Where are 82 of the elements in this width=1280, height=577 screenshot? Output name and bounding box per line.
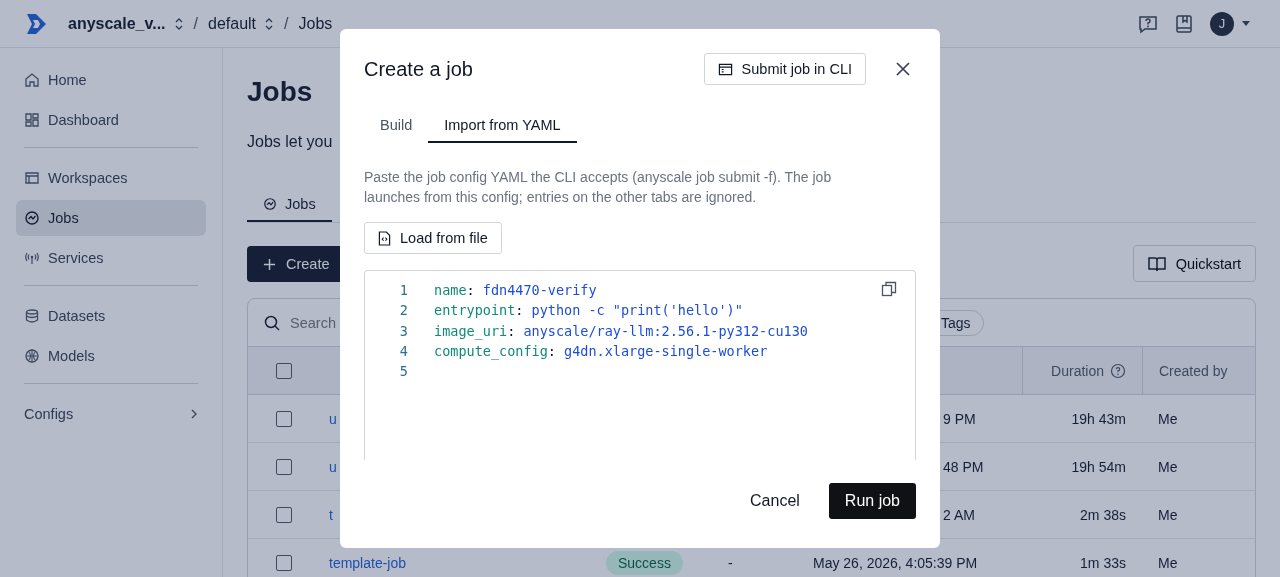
close-icon[interactable] [896,62,910,76]
sidebar-item[interactable]: Configs [16,396,206,432]
breadcrumb-separator: / [193,14,198,33]
jobs-icon [24,210,40,226]
sidebar-item[interactable]: Jobs [16,200,206,236]
copy-icon[interactable] [881,281,897,297]
load-file-button[interactable]: Load from file [364,222,502,254]
page-title: Jobs [247,76,314,108]
help-icon [1110,362,1126,379]
table-cell: Me [1158,554,1178,571]
dialog-tab[interactable]: Import from YAML [428,111,577,143]
switcher-icon[interactable] [264,16,275,31]
plus-icon [263,257,276,271]
code-line: name: fdn4470-verify [434,282,597,299]
table-cell: May 26, 2026, 4:05:39 PM [813,554,978,571]
line-number: 4 [398,343,408,360]
checkbox[interactable] [276,410,292,427]
dashboard-icon [24,112,40,128]
page-tab[interactable]: Jobs [247,196,332,222]
table-cell: 2m 38s [1080,506,1126,523]
checkbox[interactable] [276,554,292,571]
table-cell: 1m 33s [1080,554,1126,571]
dialog-tab[interactable]: Build [364,111,429,143]
table-cell: 19h 54m [1071,458,1126,475]
sidebar-item[interactable]: Services [16,240,206,276]
table-cell: 48 PM [943,458,984,475]
code-line: entrypoint: python -c "print('hello')" [434,302,743,319]
status-badge: Success [606,550,683,575]
datasets-icon [24,308,40,324]
job-link[interactable]: u [329,458,337,475]
run-job-button[interactable]: Run job [828,483,916,519]
code-editor[interactable]: 1 name: fdn4470-verify 2 entrypoint: python -c "print('hello')" 3 image_uri: anyscale/ray-llm:2.56.1-py312-cu130 4 compute_config: g4dn.xlarge-single-worker 5 [364,270,916,460]
quickstart-button[interactable]: Quickstart [1132,245,1256,282]
home-icon [24,72,40,88]
dialog-title: Create a job [364,57,473,81]
table-cell: 9 PM [943,410,976,427]
breadcrumb-link[interactable]: Jobs [298,14,333,33]
breadcrumb-link[interactable]: default [208,14,257,33]
code-line: image_uri: anyscale/ray-llm:2.56.1-py312-cu130 [434,322,808,339]
sidebar-item[interactable]: Dashboard [16,102,206,138]
jobs-icon [263,197,277,211]
code-file-icon [378,230,391,246]
line-number: 5 [398,363,408,380]
code-line: compute_config: g4dn.xlarge-single-worker [434,343,768,360]
user-avatar[interactable]: J [1210,11,1234,36]
workspaces-icon [24,170,40,186]
models-icon [24,348,40,364]
table-cell: Me [1158,506,1178,523]
book-icon [1147,255,1166,272]
line-number: 3 [398,322,408,339]
checkbox[interactable] [276,362,292,379]
checkbox[interactable] [276,458,292,475]
table-cell: 2 AM [943,506,975,523]
switcher-icon[interactable] [173,16,184,31]
terminal-window-icon [717,61,733,77]
line-number: 2 [398,302,408,319]
page-description: Jobs let you [247,133,334,151]
job-link[interactable]: u [329,410,337,427]
job-link[interactable]: t [329,506,333,523]
help-icon[interactable] [1138,13,1158,34]
line-number: 1 [398,282,408,299]
logo-icon[interactable] [24,11,48,36]
table-cell: Me [1158,410,1178,427]
job-link[interactable]: template-job [329,554,407,571]
sidebar-item[interactable]: Home [16,62,206,98]
book-icon[interactable] [1174,13,1194,34]
breadcrumb-link[interactable]: anyscale_v... [68,14,166,33]
sidebar-item[interactable]: Models [16,338,206,374]
sidebar-item[interactable]: Workspaces [16,160,206,196]
dialog-description: Paste the job config YAML the CLI accepts (anyscale job submit -f). The job launches from this config; entries on the other tabs are ignored. [364,168,833,207]
checkbox[interactable] [276,506,292,523]
table-cell: - [728,554,733,571]
submit-cli-button[interactable]: Submit job in CLI [703,53,866,85]
caret-icon[interactable] [1242,21,1250,26]
search-icon [264,314,280,331]
column-header[interactable]: Created by [1142,347,1255,394]
sidebar-item[interactable]: Datasets [16,298,206,334]
table-cell: Me [1158,458,1178,475]
column-header[interactable]: Duration [1022,347,1142,394]
table-cell: 19h 43m [1071,410,1126,427]
services-icon [24,250,40,266]
breadcrumb-separator: / [284,14,289,33]
